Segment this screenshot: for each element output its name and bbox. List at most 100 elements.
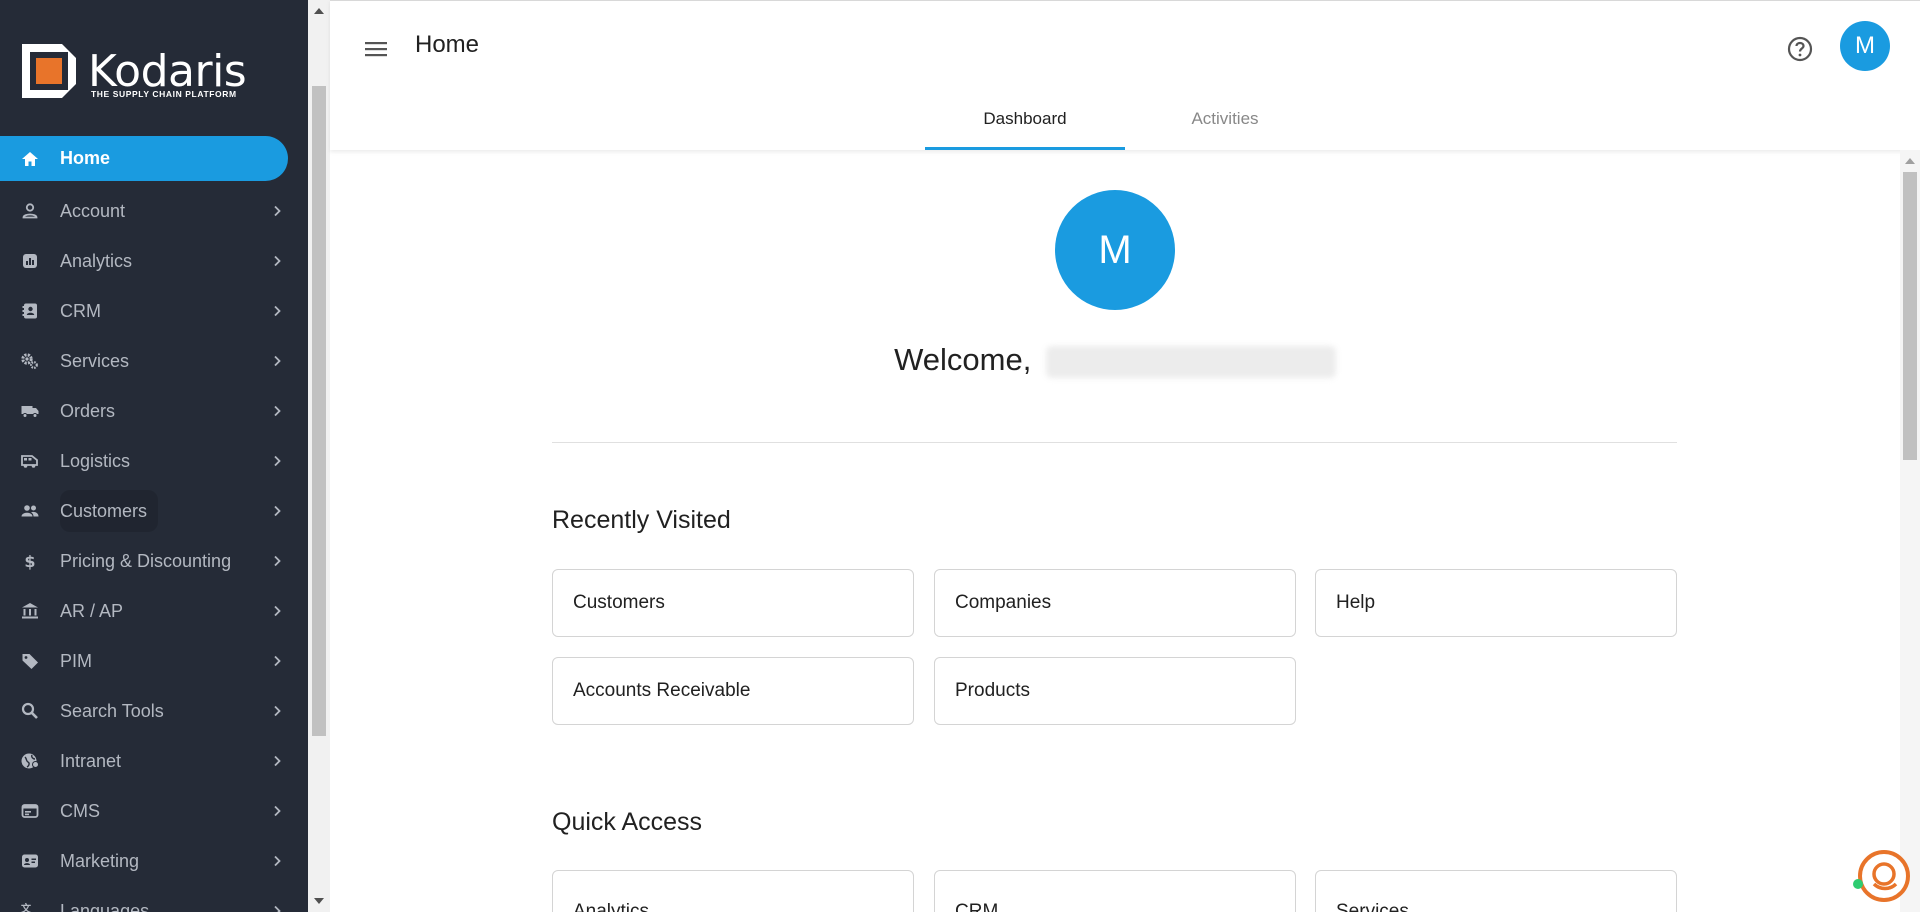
quick-card-crm[interactable]: CRM — [934, 870, 1296, 912]
contact-card-icon — [22, 303, 37, 319]
sidebar-item-label: PIM — [60, 650, 93, 671]
sidebar-item-pim[interactable]: PIM — [0, 636, 308, 686]
svg-text:$: $ — [24, 552, 35, 571]
sidebar-item-search-tools[interactable]: Search Tools — [0, 686, 308, 736]
sidebar-item-label: Intranet — [60, 750, 122, 771]
sidebar-item-crm[interactable]: CRM — [0, 286, 308, 336]
sidebar-item-orders[interactable]: Orders — [0, 386, 308, 436]
scroll-down-arrow-icon[interactable] — [314, 898, 324, 904]
sidebar-item-home[interactable]: Home — [0, 136, 288, 181]
main-content: M Welcome, Recently Visited Customers Co… — [330, 150, 1900, 912]
sidebar-item-services[interactable]: Services — [0, 336, 308, 386]
sidebar: Kodaris THE SUPPLY CHAIN PLATFORM Home A… — [0, 0, 308, 912]
chat-support-icon[interactable] — [1852, 846, 1910, 904]
recent-card-products[interactable]: Products — [934, 657, 1296, 725]
chevron-right-icon — [274, 905, 281, 912]
sidebar-item-pricing-discounting[interactable]: $ Pricing & Discounting — [0, 536, 308, 586]
scroll-up-arrow-icon[interactable] — [1905, 158, 1915, 164]
top-bar: Home M Dashboard Activities — [330, 0, 1920, 150]
chevron-right-icon — [274, 605, 281, 617]
sidebar-item-logistics[interactable]: Logistics — [0, 436, 308, 486]
chevron-right-icon — [274, 755, 281, 767]
welcome-prefix: Welcome, — [894, 342, 1032, 377]
sidebar-item-label: Pricing & Discounting — [60, 550, 232, 571]
quick-card-services[interactable]: Services — [1315, 870, 1677, 912]
truck-icon — [21, 406, 39, 418]
recently-visited-title: Recently Visited — [552, 506, 731, 534]
recent-card-customers[interactable]: Customers — [552, 569, 914, 637]
sidebar-item-label: Customers — [60, 500, 148, 521]
chevron-right-icon — [274, 405, 281, 417]
profile-avatar: M — [1055, 190, 1175, 310]
sidebar-item-customers[interactable]: Customers — [0, 486, 308, 536]
chevron-right-icon — [274, 505, 281, 517]
chevron-right-icon — [274, 205, 281, 217]
sidebar-item-label: CMS — [60, 800, 100, 821]
chevron-right-icon — [274, 555, 281, 567]
tab-dashboard[interactable]: Dashboard — [925, 109, 1125, 129]
sidebar-item-ar-ap[interactable]: AR / AP — [0, 586, 308, 636]
chevron-right-icon — [274, 305, 281, 317]
chevron-right-icon — [274, 255, 281, 267]
logo-wordmark: Kodaris — [88, 46, 247, 97]
sidebar-item-label: Orders — [60, 400, 116, 421]
scrollbar-thumb[interactable] — [1903, 172, 1917, 460]
sidebar-item-label: Search Tools — [60, 700, 164, 721]
home-icon — [22, 151, 38, 166]
welcome-message: Welcome, — [330, 342, 1900, 378]
sidebar-item-label: Account — [60, 200, 126, 221]
chevron-right-icon — [274, 655, 281, 667]
search-icon — [21, 702, 38, 719]
quick-card-analytics[interactable]: Analytics — [552, 870, 914, 912]
chevron-right-icon — [274, 355, 281, 367]
sidebar-item-cms[interactable]: CMS — [0, 786, 308, 836]
page-title: Home — [415, 31, 480, 58]
hamburger-menu-icon[interactable] — [362, 35, 390, 63]
sidebar-item-label: AR / AP — [60, 600, 124, 621]
sidebar-item-marketing[interactable]: Marketing — [0, 836, 308, 886]
globe-icon — [21, 753, 39, 769]
sidebar-item-intranet[interactable]: Intranet — [0, 736, 308, 786]
sidebar-item-label: Marketing — [60, 850, 140, 871]
sidebar-item-label: Analytics — [60, 250, 133, 271]
sidebar-item-label: Home — [60, 148, 111, 168]
chevron-right-icon — [274, 455, 281, 467]
bus-icon — [21, 455, 38, 468]
help-icon[interactable] — [1786, 35, 1814, 63]
analytics-icon — [23, 254, 37, 268]
recent-card-companies[interactable]: Companies — [934, 569, 1296, 637]
person-icon — [22, 203, 38, 219]
group-icon — [21, 505, 39, 517]
kodaris-logo[interactable]: Kodaris THE SUPPLY CHAIN PLATFORM — [0, 0, 308, 148]
sidebar-item-label: Languages — [60, 900, 150, 912]
marketing-icon — [22, 854, 38, 868]
sidebar-item-account[interactable]: Account — [0, 186, 308, 236]
content-scrollbar[interactable] — [1900, 150, 1920, 912]
chevron-right-icon — [274, 855, 281, 867]
tab-activities[interactable]: Activities — [1125, 109, 1325, 129]
sidebar-nav: Home Account Analytics CRM Services Orde… — [0, 136, 308, 912]
scrollbar-thumb[interactable] — [312, 86, 326, 736]
gears-icon — [21, 353, 38, 369]
chevron-right-icon — [274, 705, 281, 717]
kodaris-logo-icon — [22, 44, 76, 98]
quick-access-title: Quick Access — [552, 808, 703, 836]
bank-icon — [22, 603, 38, 619]
cms-icon — [21, 804, 39, 818]
dollar-icon: $ — [24, 552, 35, 571]
sidebar-item-label: CRM — [60, 300, 101, 321]
sidebar-item-analytics[interactable]: Analytics — [0, 236, 308, 286]
page-scrollbar[interactable] — [308, 0, 330, 912]
user-avatar[interactable]: M — [1840, 21, 1890, 71]
sidebar-item-languages[interactable]: 文A Languages — [0, 886, 308, 912]
section-divider — [552, 442, 1677, 443]
recent-card-help[interactable]: Help — [1315, 569, 1677, 637]
chevron-right-icon — [274, 805, 281, 817]
redacted-user-email — [1045, 345, 1336, 378]
recent-card-accounts-receivable[interactable]: Accounts Receivable — [552, 657, 914, 725]
tag-icon — [22, 654, 38, 669]
translate-icon: 文A — [21, 902, 37, 912]
logo-tagline: THE SUPPLY CHAIN PLATFORM — [91, 89, 237, 99]
sidebar-item-label: Services — [60, 350, 130, 371]
scroll-up-arrow-icon[interactable] — [314, 8, 324, 14]
